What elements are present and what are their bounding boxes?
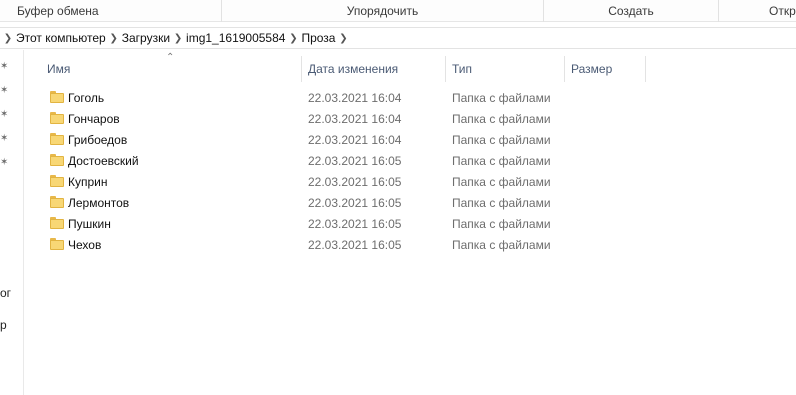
breadcrumb-this-pc[interactable]: Этот компьютер: [14, 31, 108, 45]
chevron-right-icon[interactable]: ❯: [337, 33, 349, 44]
file-name[interactable]: Пушкин: [68, 214, 111, 235]
file-date: 22.03.2021 16:05: [308, 154, 402, 168]
column-header-date[interactable]: Дата изменения: [301, 56, 445, 82]
file-row[interactable]: Грибоедов 22.03.2021 16:04 Папка с файла…: [46, 130, 566, 151]
column-header-name[interactable]: Имя: [40, 56, 301, 82]
file-row[interactable]: Лермонтов 22.03.2021 16:05 Папка с файла…: [46, 193, 566, 214]
column-header-type[interactable]: Тип: [445, 56, 564, 82]
nav-item-partial[interactable]: ог: [0, 286, 11, 300]
breadcrumb-proza[interactable]: Проза: [299, 31, 337, 45]
file-type: Папка с файлами: [452, 133, 551, 147]
column-divider[interactable]: [645, 56, 646, 82]
file-date: 22.03.2021 16:05: [308, 196, 402, 210]
pin-icon[interactable]: ✶: [0, 62, 10, 72]
ribbon-group-create: Создать: [544, 0, 719, 22]
pin-icon[interactable]: ✶: [0, 134, 10, 144]
file-type: Папка с файлами: [452, 196, 551, 210]
pin-icon[interactable]: ✶: [0, 86, 10, 96]
file-type: Папка с файлами: [452, 238, 551, 252]
folder-icon: [50, 238, 64, 250]
file-type: Папка с файлами: [452, 175, 551, 189]
folder-icon: [50, 196, 64, 208]
file-row[interactable]: Куприн 22.03.2021 16:05 Папка с файлами: [46, 172, 566, 193]
file-date: 22.03.2021 16:05: [308, 175, 402, 189]
file-type: Папка с файлами: [452, 217, 551, 231]
breadcrumb-downloads[interactable]: Загрузки: [120, 31, 172, 45]
folder-icon: [50, 91, 64, 103]
ribbon-group-organize: Упорядочить: [222, 0, 544, 22]
nav-item-partial[interactable]: р: [0, 318, 7, 332]
file-name[interactable]: Гоголь: [68, 88, 104, 109]
ribbon-group-open: Откр: [769, 4, 796, 18]
file-row[interactable]: Достоевский 22.03.2021 16:05 Папка с фай…: [46, 151, 566, 172]
pin-icon[interactable]: ✶: [0, 158, 10, 168]
folder-icon: [50, 175, 64, 187]
file-date: 22.03.2021 16:05: [308, 217, 402, 231]
file-date: 22.03.2021 16:04: [308, 133, 402, 147]
ribbon: Буфер обмена Упорядочить Создать Откр: [0, 0, 796, 22]
chevron-right-icon[interactable]: ❯: [172, 33, 184, 44]
navigation-pane[interactable]: ✶ ✶ ✶ ✶ ✶ ог р: [0, 50, 24, 395]
file-row[interactable]: Гоголь 22.03.2021 16:04 Папка с файлами: [46, 88, 566, 109]
file-date: 22.03.2021 16:04: [308, 112, 402, 126]
file-name[interactable]: Чехов: [68, 235, 101, 256]
file-name[interactable]: Лермонтов: [68, 193, 129, 214]
chevron-right-icon[interactable]: ❯: [287, 33, 299, 44]
file-type: Папка с файлами: [452, 91, 551, 105]
file-row[interactable]: Гончаров 22.03.2021 16:04 Папка с файлам…: [46, 109, 566, 130]
folder-icon: [50, 154, 64, 166]
column-header-size[interactable]: Размер: [564, 56, 645, 82]
breadcrumb-img-folder[interactable]: img1_1619005584: [184, 31, 287, 45]
file-type: Папка с файлами: [452, 154, 551, 168]
file-name[interactable]: Гончаров: [68, 109, 120, 130]
file-row[interactable]: Чехов 22.03.2021 16:05 Папка с файлами: [46, 235, 566, 256]
file-date: 22.03.2021 16:04: [308, 91, 402, 105]
file-name[interactable]: Куприн: [68, 172, 108, 193]
chevron-right-icon[interactable]: ❯: [2, 33, 14, 44]
pin-icon[interactable]: ✶: [0, 110, 10, 120]
folder-icon: [50, 112, 64, 124]
ribbon-group-clipboard: Буфер обмена: [0, 0, 222, 22]
file-type: Папка с файлами: [452, 112, 551, 126]
file-row[interactable]: Пушкин 22.03.2021 16:05 Папка с файлами: [46, 214, 566, 235]
file-name[interactable]: Достоевский: [68, 151, 139, 172]
chevron-right-icon[interactable]: ❯: [108, 33, 120, 44]
file-name[interactable]: Грибоедов: [68, 130, 127, 151]
address-bar[interactable]: ❯ Этот компьютер ❯ Загрузки ❯ img1_16190…: [0, 27, 796, 49]
folder-icon: [50, 217, 64, 229]
folder-icon: [50, 133, 64, 145]
file-date: 22.03.2021 16:05: [308, 238, 402, 252]
